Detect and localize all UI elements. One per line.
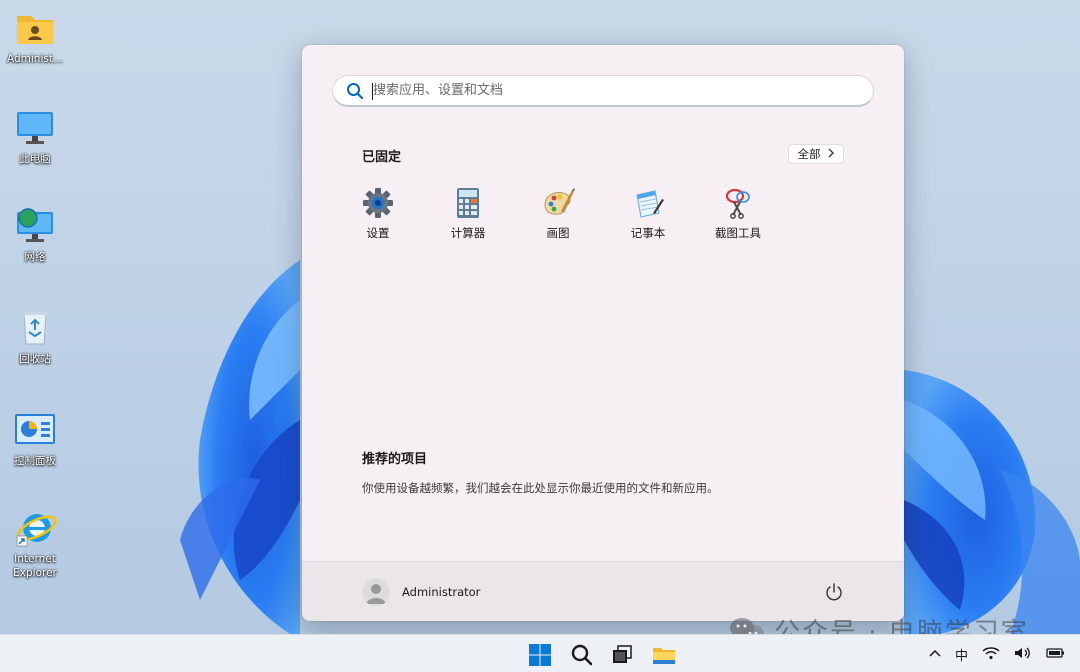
search-box[interactable] [332,75,874,107]
calculator-icon [451,187,485,219]
app-label: 设置 [366,226,390,240]
all-apps-label: 全部 [797,147,821,161]
input-language-indicator[interactable]: 中 [955,645,968,664]
scissors-icon [721,187,755,219]
desktop-icon-label: 此电脑 [19,153,51,165]
desktop-icon-label: Internet Explorer [13,553,57,579]
desktop-icon-user-folder[interactable]: Administ... [2,8,68,66]
desktop-icon-label: Administ... [7,53,63,65]
task-view-icon [613,645,632,663]
internet-explorer-icon [13,508,57,548]
chevron-right-icon [827,147,835,161]
text-caret [372,83,373,100]
recommended-title: 推荐的项目 [362,452,428,467]
user-account-button[interactable]: Administrator [362,578,480,606]
monitor-icon [13,108,57,148]
taskbar-search-button[interactable] [570,643,594,667]
pinned-app-calculator[interactable]: 计算器 [432,187,504,241]
pinned-app-snipping-tool[interactable]: 截图工具 [702,187,774,241]
desktop-icon-this-pc[interactable]: 此电脑 [2,108,68,166]
pinned-app-settings[interactable]: 设置 [342,187,414,241]
app-label: 记事本 [630,226,666,240]
system-tray: 中 [929,645,1066,664]
desktop-icon-label: 网络 [24,251,46,263]
paint-palette-icon [541,187,575,219]
control-panel-icon [13,410,57,450]
desktop-icon-label: 回收站 [19,353,51,365]
desktop-icon-network[interactable]: 网络 [2,206,68,264]
desktop-icon-recycle-bin[interactable]: 回收站 [2,308,68,366]
search-icon [571,644,593,666]
wifi-icon[interactable] [982,646,1000,664]
folder-icon [653,648,675,664]
app-label: 计算器 [450,226,486,240]
chevron-up-icon[interactable] [929,647,941,662]
file-explorer-button[interactable] [652,643,676,667]
recycle-bin-icon [13,308,57,348]
search-icon [346,82,364,100]
pinned-title: 已固定 [362,150,402,165]
gear-icon [361,187,395,219]
user-folder-icon [13,8,57,48]
taskbar: 中 [0,634,1080,672]
search-input[interactable] [373,76,873,105]
avatar [362,578,390,606]
app-label: 截图工具 [715,226,761,240]
desktop-icon-control-panel[interactable]: 控制面板 [2,410,68,468]
start-menu: 已固定 全部 [302,45,904,621]
pinned-apps: 设置 计算器 画图 记事本 截图工具 [350,187,850,247]
speaker-icon[interactable] [1014,646,1032,664]
pinned-app-notepad[interactable]: 记事本 [612,187,684,241]
app-label: 画图 [546,226,570,240]
desktop-icon-internet-explorer[interactable]: Internet Explorer [2,508,68,580]
user-name: Administrator [402,585,481,599]
network-globe-icon [13,206,57,246]
notepad-icon [631,187,665,219]
all-apps-button[interactable]: 全部 [788,144,844,164]
battery-icon[interactable] [1046,646,1066,664]
power-icon [826,583,842,601]
start-button[interactable] [528,643,552,667]
power-button[interactable] [824,582,844,602]
desktop-icon-label: 控制面板 [14,455,56,467]
windows-logo-icon [529,644,551,666]
pinned-app-paint[interactable]: 画图 [522,187,594,241]
task-view-button[interactable] [610,643,634,667]
recommended-description: 你使用设备越频繁，我们越会在此处显示你最近使用的文件和新应用。 [362,481,719,495]
